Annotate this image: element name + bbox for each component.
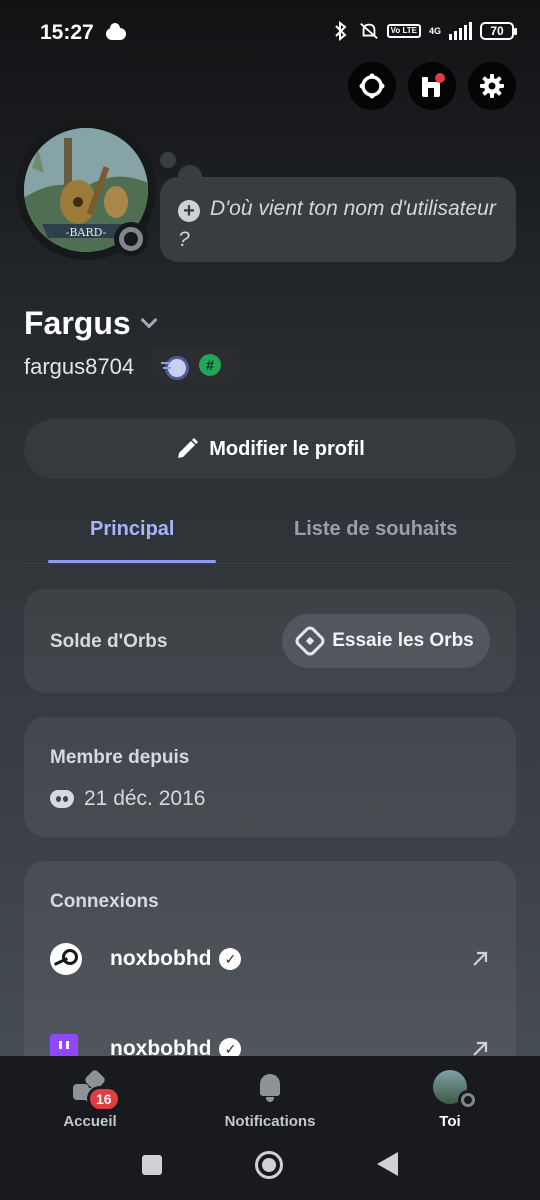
connections-label: Connexions (50, 891, 159, 912)
verified-check-icon: ✓ (219, 948, 242, 970)
edit-profile-label: Modifier le profil (209, 437, 365, 460)
network-label: 4G (428, 26, 441, 36)
settings-button[interactable] (468, 62, 516, 110)
shop-button[interactable] (408, 62, 456, 110)
orbs-card: Solde d'Orbs Essaie les Orbs (24, 589, 516, 693)
chevron-down-icon (140, 311, 158, 328)
nitro-badge-icon[interactable] (161, 354, 189, 380)
status-indicator-offline (458, 1090, 478, 1110)
signal-icon (449, 22, 472, 40)
badge-group[interactable]: # (151, 347, 239, 383)
orbs-balance-label: Solde d'Orbs (50, 631, 168, 652)
nav-you[interactable]: Toi (420, 1056, 480, 1138)
nitro-button[interactable] (348, 62, 396, 110)
nav-home-label: Accueil (63, 1113, 117, 1130)
muted-bell-icon (359, 20, 379, 42)
try-orbs-button[interactable]: Essaie les Orbs (282, 614, 490, 668)
nav-notifications[interactable]: Notifications (220, 1056, 320, 1138)
member-since-label: Membre depuis (50, 747, 190, 768)
nitro-icon (359, 73, 385, 99)
connection-row-steam[interactable]: noxbobhd ✓ (50, 939, 490, 979)
unread-badge: 16 (87, 1086, 121, 1112)
status-indicator-offline (114, 222, 148, 256)
bio-prompt-bubble[interactable]: + D'où vient ton nom d'utilisateur ? (160, 177, 516, 262)
shop-icon (422, 73, 445, 97)
thought-dot-small (160, 152, 176, 168)
tab-principal[interactable]: Principal (90, 518, 174, 541)
status-icons: Vo LTE 4G 70 (331, 20, 517, 42)
steam-icon (50, 943, 82, 975)
member-since-card: Membre depuis 21 déc. 2016 (24, 717, 516, 837)
pencil-icon (178, 438, 199, 458)
back-icon[interactable] (377, 1152, 398, 1176)
display-name-row[interactable]: Fargus (24, 305, 158, 342)
volte-icon: Vo LTE (386, 24, 421, 38)
orb-icon (293, 624, 328, 658)
bio-prompt-text: D'où vient ton nom d'utilisateur ? (178, 197, 496, 251)
connection-name: noxbobhd (110, 947, 212, 970)
avatar-caption: -BARD- (66, 226, 107, 239)
nav-home[interactable]: 16 Accueil (60, 1056, 121, 1138)
home-button-icon[interactable] (255, 1151, 283, 1179)
try-orbs-label: Essaie les Orbs (332, 630, 474, 651)
member-since-date: 21 déc. 2016 (84, 787, 206, 810)
system-nav-bar (0, 1138, 540, 1200)
external-link-icon[interactable] (470, 949, 490, 969)
edit-profile-button[interactable]: Modifier le profil (24, 419, 516, 479)
battery-icon: 70 (480, 22, 517, 40)
bottom-nav: 16 Accueil Notifications Toi (0, 1056, 540, 1138)
plus-icon: + (178, 200, 200, 222)
profile-tabs: Principal Liste de souhaits (24, 500, 516, 564)
recents-icon[interactable] (142, 1155, 162, 1175)
cloud-icon (105, 23, 126, 40)
status-bar: 15:27 Vo LTE 4G 70 (0, 0, 540, 66)
bell-icon (257, 1072, 283, 1102)
nav-notifications-label: Notifications (224, 1113, 316, 1130)
hashtag-badge-icon[interactable]: # (199, 354, 221, 376)
active-tab-indicator (48, 560, 216, 563)
username: fargus8704 (24, 354, 135, 379)
display-name: Fargus (24, 305, 131, 341)
member-since-row: 21 déc. 2016 (50, 787, 205, 811)
network-type: 4G (429, 20, 441, 42)
nav-you-label: Toi (439, 1113, 461, 1130)
bluetooth-icon (331, 20, 351, 42)
discord-icon (50, 790, 74, 808)
tab-wishlist[interactable]: Liste de souhaits (294, 518, 457, 541)
settings-icon (480, 74, 504, 98)
status-time: 15:27 (40, 21, 94, 44)
